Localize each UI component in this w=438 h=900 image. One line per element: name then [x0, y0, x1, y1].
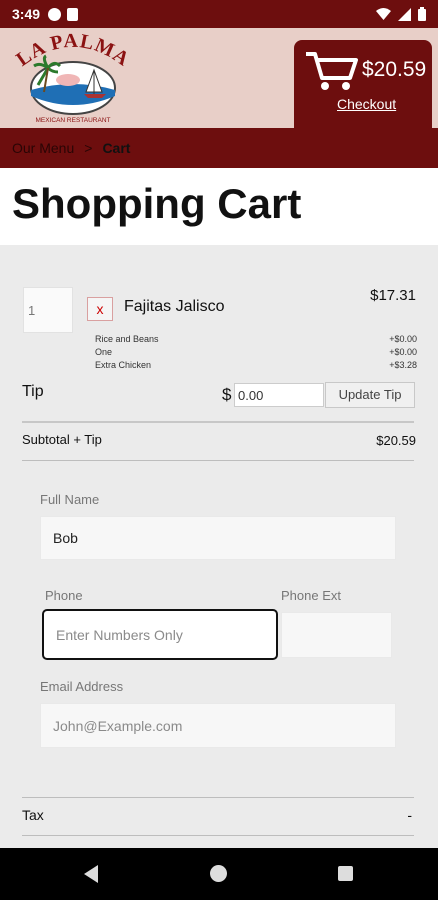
cart-total: $20.59: [362, 58, 427, 81]
modifier-row: One +$0.00: [95, 346, 417, 359]
signal-icon: [398, 7, 411, 21]
email-label: Email Address: [40, 679, 124, 694]
item-modifiers: Rice and Beans +$0.00 One +$0.00 Extra C…: [95, 333, 417, 372]
tax-value: -: [407, 807, 412, 823]
modifier-row: Extra Chicken +$3.28: [95, 359, 417, 372]
page-title: Shopping Cart: [12, 180, 302, 227]
svg-text:MEXICAN RESTAURANT: MEXICAN RESTAURANT: [36, 117, 111, 124]
modifier-name: Rice and Beans: [95, 334, 159, 344]
divider: [22, 797, 414, 798]
modifier-price: +$3.28: [389, 360, 417, 370]
full-name-field[interactable]: Bob: [40, 516, 396, 560]
shopping-cart-icon: [306, 52, 358, 90]
cart-content: 1 x Fajitas Jalisco $17.31 Rice and Bean…: [0, 245, 438, 848]
update-tip-button[interactable]: Update Tip: [325, 382, 415, 408]
phone-label: Phone: [45, 588, 83, 603]
email-field[interactable]: John@Example.com: [40, 703, 396, 748]
home-icon[interactable]: [210, 865, 227, 882]
site-header: LA PALMA MEXICAN RESTAURANT $20.59 Check…: [0, 28, 438, 140]
sim-card-icon: [67, 7, 79, 21]
phone-ext-label: Phone Ext: [281, 588, 341, 603]
remove-item-button[interactable]: x: [87, 297, 113, 321]
back-icon[interactable]: [84, 865, 98, 883]
subtotal-label: Subtotal + Tip: [22, 432, 102, 447]
divider: [22, 835, 414, 836]
modifier-row: Rice and Beans +$0.00: [95, 333, 417, 346]
checkout-link[interactable]: Checkout: [337, 96, 396, 112]
phone-ext-field[interactable]: [281, 612, 392, 658]
subtotal-value: $20.59: [376, 433, 416, 448]
item-name: Fajitas Jalisco: [124, 298, 225, 315]
wifi-icon: [376, 8, 391, 20]
status-time: 3:49: [12, 6, 41, 22]
modifier-price: +$0.00: [389, 347, 417, 357]
tip-input[interactable]: 0.00: [234, 383, 324, 407]
quantity-input[interactable]: 1: [23, 287, 73, 333]
divider: [22, 421, 414, 423]
breadcrumb-cart: Cart: [102, 140, 131, 156]
breadcrumb: Our Menu > Cart: [0, 128, 438, 168]
system-nav-bar: [0, 848, 438, 900]
restaurant-logo[interactable]: LA PALMA MEXICAN RESTAURANT: [8, 30, 138, 126]
battery-icon: [418, 7, 426, 21]
full-name-label: Full Name: [40, 492, 100, 507]
modifier-name: Extra Chicken: [95, 360, 152, 370]
tip-currency: $: [222, 385, 232, 404]
cart-summary[interactable]: $20.59 Checkout: [294, 40, 432, 140]
item-price: $17.31: [370, 287, 416, 304]
divider: [22, 460, 414, 461]
breadcrumb-our-menu[interactable]: Our Menu: [12, 140, 74, 156]
recent-apps-icon[interactable]: [338, 866, 353, 881]
breadcrumb-separator: >: [84, 140, 93, 156]
status-bar: 3:49: [0, 0, 438, 28]
tax-label: Tax: [22, 807, 44, 823]
app-notification-icon: [48, 7, 62, 21]
modifier-price: +$0.00: [389, 334, 417, 344]
modifier-name: One: [95, 347, 113, 357]
phone-field[interactable]: Enter Numbers Only: [42, 609, 278, 660]
tip-label: Tip: [22, 383, 44, 400]
